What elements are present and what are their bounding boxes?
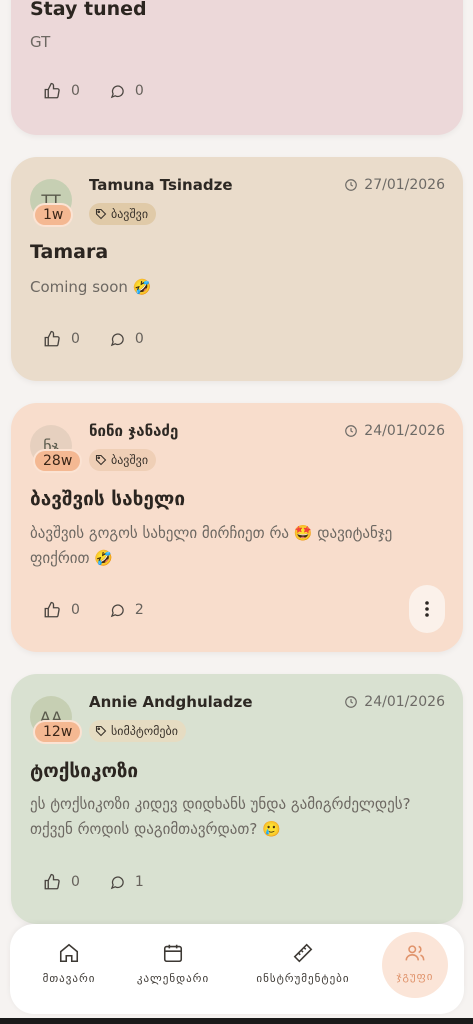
clock-icon [345, 179, 358, 191]
pregnancy-week-badge: 28w [33, 449, 83, 473]
tag-label: ბავშვი [111, 207, 149, 221]
like-count: 0 [71, 602, 80, 618]
nav-calendar[interactable]: კალენდარი [128, 942, 218, 985]
comment-button[interactable]: 0 [110, 83, 144, 99]
post-body: ბავშვის გოგოს სახელი მირჩიეთ რა 🤩 დავიტა… [30, 524, 393, 567]
tag-icon [95, 454, 107, 466]
bottom-navigation: მთავარი კალენდარი ინსტრუმენტები ჯგუფი [10, 924, 464, 1014]
post-card[interactable]: ნჯ 28w ნინი ჯანაძე ბავშვი 24/01/2026 ბავ… [11, 403, 463, 652]
post-card[interactable]: Stay tuned GT 0 0 [11, 0, 463, 135]
post-card[interactable]: TT 1w Tamuna Tsinadze ბავშვი 27/01/2026 … [11, 157, 463, 381]
nav-tools-label: ინსტრუმენტები [256, 972, 350, 985]
tag-label: სიმპტომები [111, 724, 178, 738]
post-actions: 0 2 [43, 601, 174, 619]
comment-button[interactable]: 1 [110, 874, 144, 890]
tag-label: ბავშვი [111, 453, 149, 467]
author-name[interactable]: Tamuna Tsinadze [89, 176, 233, 194]
like-button[interactable]: 0 [43, 82, 80, 100]
post-title: ბავშვის სახელი [30, 488, 186, 510]
thumbs-up-icon [44, 330, 60, 347]
more-options-button[interactable] [409, 585, 445, 633]
post-body: ეს ტოქსიკოზი კიდევ დიდხანს უნდა გამიგრძე… [30, 795, 411, 838]
comment-icon [110, 603, 124, 617]
comment-count: 0 [134, 331, 144, 347]
tag-icon [95, 208, 107, 220]
like-count: 0 [71, 331, 80, 347]
avatar[interactable]: ნჯ 28w [30, 425, 83, 473]
date-text: 24/01/2026 [364, 423, 445, 439]
clock-icon [345, 696, 358, 708]
comment-count: 0 [134, 83, 144, 99]
comment-button[interactable]: 0 [110, 331, 144, 347]
nav-calendar-label: კალენდარი [136, 972, 210, 985]
like-count: 0 [71, 83, 80, 99]
post-actions: 0 1 [43, 873, 174, 891]
avatar[interactable]: TT 1w [30, 179, 76, 227]
clock-icon [345, 425, 358, 437]
users-icon [405, 945, 425, 961]
more-vertical-icon [425, 601, 429, 617]
post-actions: 0 0 [43, 82, 174, 100]
comment-count: 2 [134, 602, 144, 618]
nav-tools[interactable]: ინსტრუმენტები [244, 942, 362, 985]
comment-count: 1 [134, 874, 144, 890]
category-tag[interactable]: ბავშვი [89, 203, 157, 225]
tag-icon [95, 725, 107, 737]
nav-home[interactable]: მთავარი [36, 942, 102, 985]
post-date: 27/01/2026 [344, 177, 445, 193]
category-tag[interactable]: ბავშვი [89, 449, 157, 471]
thumbs-up-icon [44, 82, 60, 99]
system-navigation-bar [0, 1018, 473, 1024]
category-tag[interactable]: სიმპტომები [89, 720, 186, 742]
post-title: Tamara [30, 241, 109, 263]
post-body: Coming soon 🤣 [30, 278, 152, 296]
comment-icon [110, 875, 124, 889]
pregnancy-week-badge: 1w [33, 203, 74, 227]
avatar[interactable]: AA 12w [30, 696, 83, 744]
post-title: ტოქსიკოზი [30, 760, 139, 782]
like-button[interactable]: 0 [43, 330, 80, 348]
post-date: 24/01/2026 [344, 694, 445, 710]
date-text: 24/01/2026 [364, 694, 445, 710]
author-name[interactable]: Annie Andghuladze [89, 693, 253, 711]
post-card[interactable]: AA 12w Annie Andghuladze სიმპტომები 24/0… [11, 674, 463, 924]
author-name[interactable]: ნინი ჯანაძე [89, 422, 178, 440]
date-text: 27/01/2026 [364, 177, 445, 193]
comment-icon [110, 332, 124, 346]
home-icon [59, 943, 79, 963]
like-count: 0 [71, 874, 80, 890]
post-actions: 0 0 [43, 330, 174, 348]
comment-button[interactable]: 2 [110, 602, 144, 618]
calendar-icon [163, 944, 183, 963]
nav-group-label: ჯგუფი [396, 970, 434, 983]
like-button[interactable]: 0 [43, 601, 80, 619]
comment-icon [110, 84, 124, 98]
ruler-icon [293, 943, 313, 963]
pregnancy-week-badge: 12w [33, 720, 83, 744]
post-date: 24/01/2026 [344, 423, 445, 439]
thumbs-up-icon [44, 601, 60, 618]
post-body: GT [30, 33, 51, 51]
nav-home-label: მთავარი [42, 972, 96, 985]
like-button[interactable]: 0 [43, 873, 80, 891]
post-title: Stay tuned [30, 0, 147, 20]
nav-group[interactable]: ჯგუფი [382, 932, 448, 998]
thumbs-up-icon [44, 873, 60, 890]
